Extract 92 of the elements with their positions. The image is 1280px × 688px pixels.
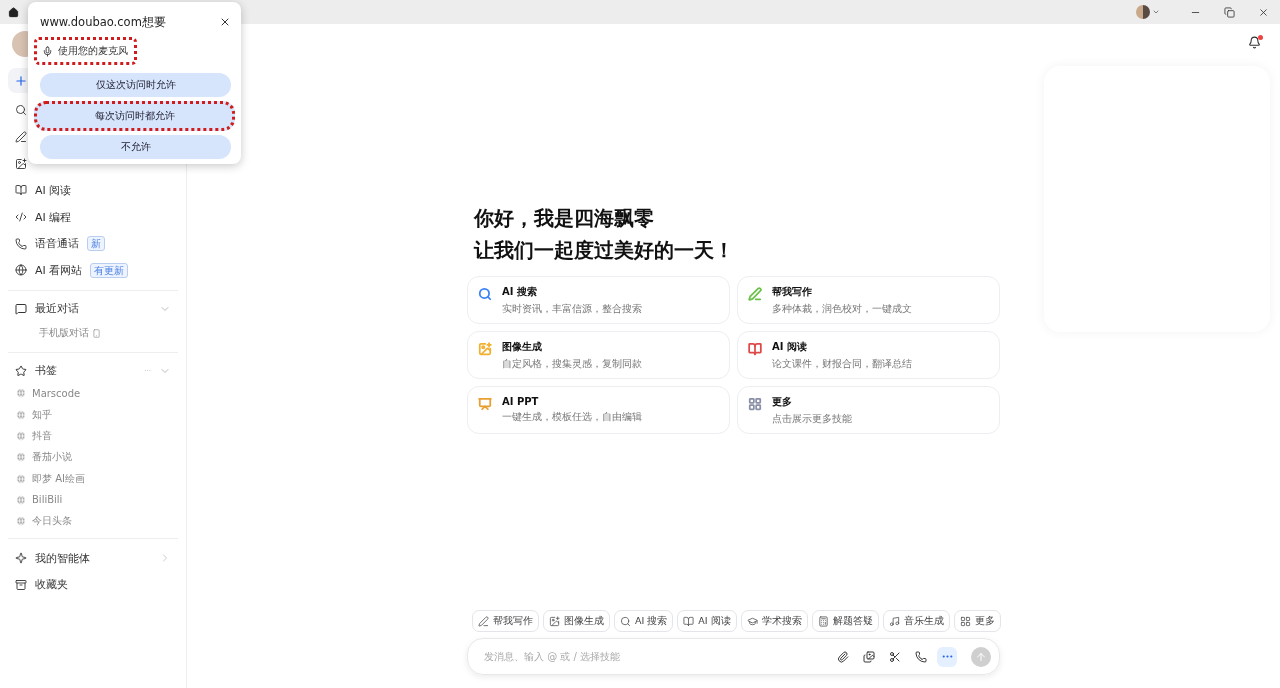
card-title: 更多 <box>772 394 793 409</box>
bookmark-item[interactable]: 今日头条 <box>32 514 72 529</box>
paperclip-icon <box>837 650 849 663</box>
card-title: AI PPT <box>502 396 540 407</box>
close-icon <box>1257 6 1269 18</box>
skill-chip[interactable]: 解题答疑 <box>811 610 879 632</box>
search-icon <box>15 104 27 117</box>
arrow-up-icon <box>975 650 987 663</box>
globe-icon <box>16 516 26 527</box>
chat-item[interactable]: 手机版对话 <box>39 326 89 341</box>
allow-button[interactable]: 每次访问时都允许 <box>34 101 235 131</box>
calculator-icon <box>817 615 829 627</box>
greeting-text: 让我们一起度过美好的一天！ <box>472 237 735 264</box>
restore-icon <box>1223 6 1235 18</box>
section-title[interactable]: 最近对话 <box>35 301 79 317</box>
skill-card[interactable]: AI 阅读 论文课件，财报合同，翻译总结 <box>737 331 1000 379</box>
globe-icon <box>16 409 26 420</box>
skill-card[interactable]: 更多 点击展示更多技能 <box>737 386 1000 434</box>
nav-item[interactable]: AI 看网站 <box>35 262 83 278</box>
card-title: AI 搜索 <box>502 284 538 299</box>
card-title: 图像生成 <box>502 339 543 354</box>
book-icon <box>683 615 695 627</box>
bell-icon[interactable] <box>1248 36 1262 50</box>
bookmark-item[interactable]: BiliBili <box>32 494 63 506</box>
card-description: 点击展示更多技能 <box>772 412 853 426</box>
microphone-icon <box>42 45 53 57</box>
image-icon <box>549 615 560 627</box>
card-description: 一键生成，模板任选，自由编辑 <box>502 411 643 424</box>
globe-icon <box>15 264 27 277</box>
globe-icon <box>16 452 26 463</box>
allow-button[interactable]: 不允许 <box>40 135 231 159</box>
nav-item[interactable]: 语音通话 <box>35 236 79 252</box>
close-button[interactable] <box>219 16 231 28</box>
pen-icon <box>478 615 489 627</box>
bookmark-item[interactable]: 抖音 <box>32 429 52 444</box>
skill-chip[interactable]: AI 阅读 <box>677 610 737 632</box>
cap-icon <box>746 615 758 627</box>
home-icon[interactable] <box>8 6 19 18</box>
card-description: 论文课件，财报合同，翻译总结 <box>772 357 913 371</box>
card-title: AI 阅读 <box>772 339 808 354</box>
nav-item[interactable]: AI 阅读 <box>35 182 72 198</box>
bookmark-item[interactable]: 即梦 AI绘画 <box>32 471 85 486</box>
card-description: 实时资讯，丰富信源，整合搜索 <box>502 302 643 316</box>
skill-chip[interactable]: 图像生成 <box>543 610 610 632</box>
nav-item[interactable]: AI 编程 <box>35 209 72 225</box>
skill-card[interactable]: AI 搜索 实时资讯，丰富信源，整合搜索 <box>467 276 730 324</box>
globe-icon <box>16 494 26 505</box>
skill-chip[interactable]: 帮我写作 <box>472 610 539 632</box>
greeting-text: 你好，我是四海飘零 <box>472 205 655 232</box>
skill-card[interactable]: 帮我写作 多种体裁，润色校对，一键成文 <box>737 276 1000 324</box>
sparkle-icon <box>15 552 27 565</box>
images-icon <box>863 650 875 663</box>
skill-chip[interactable]: 更多 <box>953 610 1001 632</box>
card-description: 多种体裁，润色校对，一键成文 <box>772 302 913 316</box>
plus-icon <box>14 73 28 88</box>
bookmark-item[interactable]: 知乎 <box>32 407 52 422</box>
card-description: 自定风格，搜集灵感，复制同款 <box>502 357 643 371</box>
phone-icon <box>915 650 927 663</box>
star-icon <box>15 364 27 377</box>
badge: 新 <box>87 236 105 252</box>
nav-item[interactable]: 我的智能体 <box>35 550 90 566</box>
skill-chip[interactable]: AI 搜索 <box>614 610 674 632</box>
profile-button[interactable] <box>1136 5 1160 19</box>
bookmark-item[interactable]: Marscode <box>32 387 81 399</box>
phone-icon <box>92 328 101 338</box>
archive-icon <box>15 578 27 591</box>
bookmark-item[interactable]: 番茄小说 <box>32 450 72 465</box>
scissors-icon <box>889 650 901 663</box>
phone-icon <box>15 237 27 250</box>
badge: 有更新 <box>90 262 129 278</box>
globe-icon <box>16 388 26 399</box>
skill-card[interactable]: 图像生成 自定风格，搜集灵感，复制同款 <box>467 331 730 379</box>
grid-icon <box>959 615 971 627</box>
globe-icon <box>16 473 26 484</box>
skill-chip[interactable]: 音乐生成 <box>882 610 950 632</box>
image-icon <box>15 157 27 170</box>
search-icon <box>620 615 631 627</box>
chat-icon <box>15 302 27 315</box>
skill-chip[interactable]: 学术搜索 <box>740 610 808 632</box>
nav-item[interactable]: 收藏夹 <box>35 577 68 593</box>
music-icon <box>888 615 900 627</box>
book-icon <box>15 184 27 197</box>
globe-icon <box>16 431 26 442</box>
pen-icon <box>15 131 27 144</box>
skill-card[interactable]: AI PPT 一键生成，模板任选，自由编辑 <box>467 386 730 434</box>
permission-label: 使用您的麦克风 <box>34 37 137 65</box>
code-icon <box>15 211 27 224</box>
allow-button[interactable]: 仅这次访问时允许 <box>40 73 231 97</box>
popup-title: www.doubao.com想要 <box>40 14 166 30</box>
caret-icon <box>1152 8 1160 16</box>
section-title[interactable]: 书签 <box>35 363 57 379</box>
card-title: 帮我写作 <box>772 284 813 299</box>
